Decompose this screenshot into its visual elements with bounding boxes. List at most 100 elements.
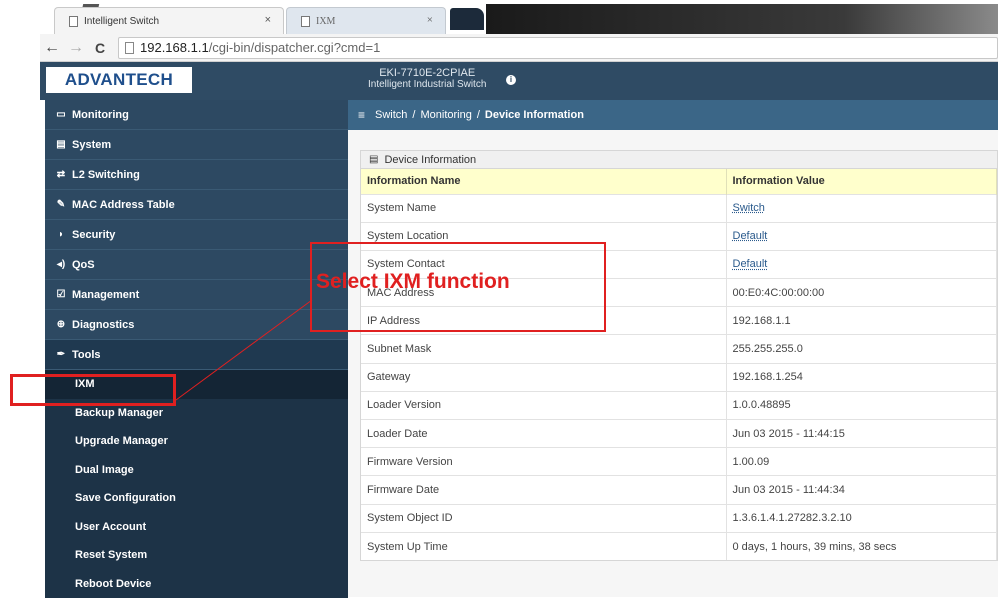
tab-ixm[interactable]: IXM × bbox=[286, 7, 446, 34]
breadcrumb-separator: / bbox=[412, 109, 415, 121]
annotation-text: Select IXM function bbox=[316, 270, 510, 294]
table-header-row: Information Name Information Value bbox=[361, 169, 997, 194]
browser-tabstrip: Intelligent Switch × IXM × bbox=[40, 0, 998, 34]
breadcrumb: ≡ Switch / Monitoring / Device Informati… bbox=[348, 100, 998, 130]
sidebar-subitem-reset-system[interactable]: Reset System bbox=[45, 541, 348, 570]
sidebar-item-label: Security bbox=[72, 229, 115, 241]
sidebar-item-security[interactable]: ◗ Security bbox=[45, 220, 348, 250]
row-value-link[interactable]: Switch bbox=[726, 194, 997, 222]
breadcrumb-separator: / bbox=[477, 109, 480, 121]
row-name: System Up Time bbox=[361, 532, 726, 560]
row-name: Loader Date bbox=[361, 420, 726, 448]
info-icon[interactable]: i bbox=[506, 75, 516, 85]
sidebar-item-mac-address-table[interactable]: ✎ MAC Address Table bbox=[45, 190, 348, 220]
url-path: /cgi-bin/dispatcher.cgi?cmd=1 bbox=[209, 40, 381, 55]
row-name: System Name bbox=[361, 194, 726, 222]
sidebar-subitem-user-account[interactable]: User Account bbox=[45, 513, 348, 542]
model-subtitle: Intelligent Industrial Switch bbox=[368, 79, 486, 91]
sidebar-item-system[interactable]: ▤ System bbox=[45, 130, 348, 160]
breadcrumb-monitoring[interactable]: Monitoring bbox=[420, 109, 471, 121]
sidebar-item-label: System bbox=[72, 139, 111, 151]
tag-icon: ✎ bbox=[54, 199, 68, 210]
table-row: Loader Version1.0.0.48895 bbox=[361, 391, 997, 419]
row-value: 1.3.6.1.4.1.27282.3.2.10 bbox=[726, 504, 997, 532]
table-row: Gateway192.168.1.254 bbox=[361, 363, 997, 391]
page-icon bbox=[69, 16, 78, 27]
row-name: Loader Version bbox=[361, 391, 726, 419]
table-row: Loader DateJun 03 2015 - 11:44:15 bbox=[361, 420, 997, 448]
new-tab-button[interactable] bbox=[450, 8, 484, 30]
sidebar-item-tools[interactable]: ✒ Tools bbox=[45, 340, 348, 370]
tabstrip-background bbox=[486, 4, 998, 34]
table-row: System Object ID1.3.6.1.4.1.27282.3.2.10 bbox=[361, 504, 997, 532]
advantech-logo[interactable]: ADVANTECH bbox=[46, 67, 192, 93]
page-icon bbox=[301, 16, 310, 27]
table-row: Firmware Version1.00.09 bbox=[361, 448, 997, 476]
sidebar-item-label: L2 Switching bbox=[72, 169, 140, 181]
row-value: 192.168.1.254 bbox=[726, 363, 997, 391]
device-model: EKI-7710E-2CPIAE Intelligent Industrial … bbox=[368, 67, 486, 91]
sidebar-item-label: Tools bbox=[72, 349, 101, 361]
sidebar-item-label: Diagnostics bbox=[72, 319, 134, 331]
sidebar: ▭ Monitoring ▤ System ⇄ L2 Switching ✎ M… bbox=[45, 100, 348, 597]
sidebar-item-l2-switching[interactable]: ⇄ L2 Switching bbox=[45, 160, 348, 190]
model-name: EKI-7710E-2CPIAE bbox=[368, 67, 486, 79]
sidebar-item-monitoring[interactable]: ▭ Monitoring bbox=[45, 100, 348, 130]
shield-icon: ◗ bbox=[54, 229, 68, 240]
sidebar-item-management[interactable]: ☑ Management bbox=[45, 280, 348, 310]
sidebar-subitem-upgrade-manager[interactable]: Upgrade Manager bbox=[45, 427, 348, 456]
url-host: 192.168.1.1 bbox=[140, 40, 209, 55]
sidebar-subitem-save-configuration[interactable]: Save Configuration bbox=[45, 484, 348, 513]
row-name: Firmware Version bbox=[361, 448, 726, 476]
row-value-link[interactable]: Default bbox=[726, 222, 997, 250]
row-name: Gateway bbox=[361, 363, 726, 391]
sidebar-item-diagnostics[interactable]: ⊕ Diagnostics bbox=[45, 310, 348, 340]
device-information-panel: ▤ Device Information Information Name In… bbox=[360, 150, 998, 561]
sidebar-subitem-dual-image[interactable]: Dual Image bbox=[45, 456, 348, 485]
row-value: 255.255.255.0 bbox=[726, 335, 997, 363]
tab-label: Intelligent Switch bbox=[84, 16, 159, 27]
list-icon: ▤ bbox=[369, 154, 378, 165]
edit-icon: ☑ bbox=[54, 289, 68, 300]
tab-label: IXM bbox=[316, 16, 335, 27]
panel-header: ▤ Device Information bbox=[361, 151, 997, 169]
address-bar: ← → C 192.168.1.1/cgi-bin/dispatcher.cgi… bbox=[40, 34, 998, 62]
sidebar-item-label: MAC Address Table bbox=[72, 199, 175, 211]
sidebar-subitem-reboot-device[interactable]: Reboot Device bbox=[45, 570, 348, 598]
reload-button[interactable]: C bbox=[88, 40, 112, 56]
annotation-highlight-ixm bbox=[10, 374, 176, 406]
page-icon bbox=[125, 42, 134, 54]
app-header: ADVANTECH EKI-7710E-2CPIAE Intelligent I… bbox=[40, 62, 998, 100]
monitor-icon: ▭ bbox=[54, 109, 68, 120]
row-value: 1.0.0.48895 bbox=[726, 391, 997, 419]
system-icon: ▤ bbox=[54, 139, 68, 150]
tab-close-icon[interactable]: × bbox=[427, 14, 433, 26]
tab-close-icon[interactable]: × bbox=[265, 14, 271, 26]
panel-title: Device Information bbox=[384, 154, 476, 166]
row-value: 0 days, 1 hours, 39 mins, 38 secs bbox=[726, 532, 997, 560]
sidebar-item-qos[interactable]: ◂) QoS bbox=[45, 250, 348, 280]
table-row: System NameSwitch bbox=[361, 194, 997, 222]
row-value-link[interactable]: Default bbox=[726, 250, 997, 278]
url-input[interactable]: 192.168.1.1/cgi-bin/dispatcher.cgi?cmd=1 bbox=[118, 37, 998, 59]
forward-button[interactable]: → bbox=[64, 39, 88, 57]
magnifier-icon: ⊕ bbox=[54, 319, 68, 330]
row-name: Subnet Mask bbox=[361, 335, 726, 363]
tab-intelligent-switch[interactable]: Intelligent Switch × bbox=[54, 7, 284, 34]
menu-icon[interactable]: ≡ bbox=[358, 108, 365, 122]
row-value: 00:E0:4C:00:00:00 bbox=[726, 279, 997, 307]
device-information-table: Information Name Information Value Syste… bbox=[361, 169, 997, 560]
row-value: Jun 03 2015 - 11:44:34 bbox=[726, 476, 997, 504]
back-button[interactable]: ← bbox=[40, 39, 64, 57]
breadcrumb-switch[interactable]: Switch bbox=[375, 109, 407, 121]
row-value: 192.168.1.1 bbox=[726, 307, 997, 335]
table-row: Subnet Mask255.255.255.0 bbox=[361, 335, 997, 363]
sidebar-item-label: QoS bbox=[72, 259, 95, 271]
main-content: ▤ Device Information Information Name In… bbox=[348, 130, 998, 597]
row-name: Firmware Date bbox=[361, 476, 726, 504]
column-header-name: Information Name bbox=[361, 169, 726, 194]
column-header-value: Information Value bbox=[726, 169, 997, 194]
table-row: Firmware DateJun 03 2015 - 11:44:34 bbox=[361, 476, 997, 504]
breadcrumb-current: Device Information bbox=[485, 109, 584, 121]
wrench-icon: ✒ bbox=[54, 349, 68, 360]
